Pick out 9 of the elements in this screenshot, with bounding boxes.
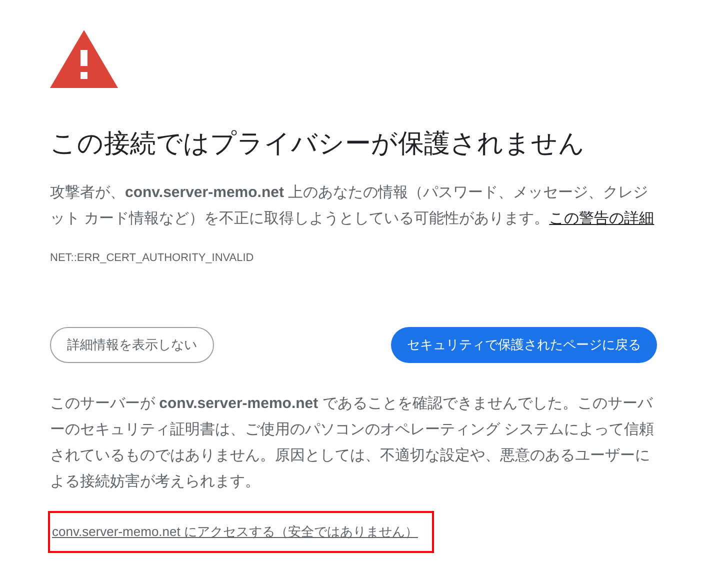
back-to-safety-button[interactable]: セキュリティで保護されたページに戻る <box>391 326 657 362</box>
hide-details-button[interactable]: 詳細情報を表示しない <box>50 326 214 362</box>
error-code: NET::ERR_CERT_AUTHORITY_INVALID <box>50 251 255 266</box>
proceed-link[interactable]: conv.server-memo.net にアクセスする（安全ではありません） <box>52 522 418 542</box>
warning-icon <box>50 30 118 90</box>
warning-details-link[interactable]: この警告の詳細 <box>549 210 654 227</box>
page-heading: この接続ではプライバシーが保護されません <box>50 127 586 160</box>
details-text: このサーバーが conv.server-memo.net であることを確認できませんでした。このサーバーのセキュリティ証明書は、ご使用のパソコンのオペレーティング システムによって信頼されているものではありません。原因としては、不適切な設定や、悪意のあるユーザーによる接続妨害が考えられます。 <box>50 394 656 492</box>
warning-text: 攻撃者が、conv.server-memo.net 上のあなたの情報（パスワード、メッセージ、クレジット カード情報など）を不正に取得しようとしている可能性があります。この警告の詳細 <box>50 183 656 229</box>
